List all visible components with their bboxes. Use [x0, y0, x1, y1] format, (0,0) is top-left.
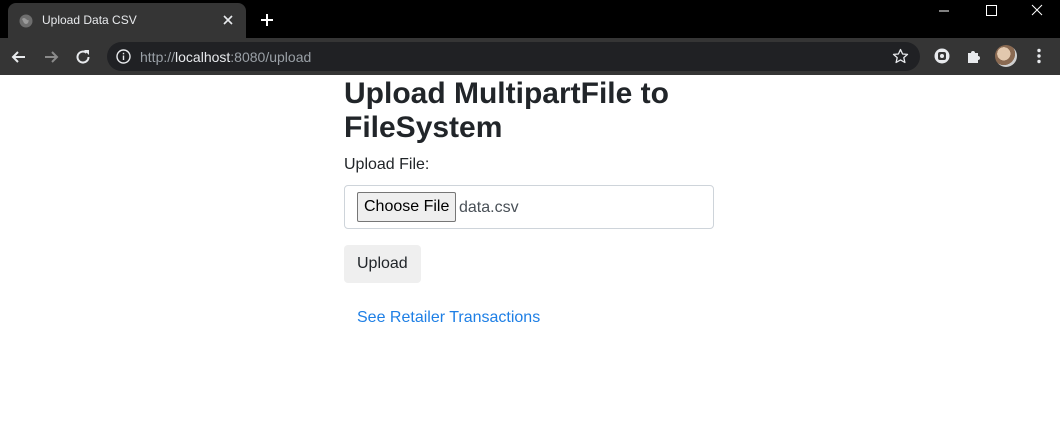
kebab-menu-icon[interactable] — [1030, 47, 1048, 65]
upload-file-label: Upload File: — [344, 156, 430, 173]
url-text: http://localhost:8080/upload — [140, 49, 311, 65]
maximize-icon[interactable] — [968, 0, 1014, 22]
file-input[interactable]: Choose File data.csv — [344, 185, 714, 229]
choose-file-button[interactable]: Choose File — [357, 192, 457, 222]
avatar[interactable] — [995, 45, 1017, 67]
window-close-icon[interactable] — [1014, 0, 1060, 22]
address-bar[interactable]: http://localhost:8080/upload — [107, 42, 920, 71]
close-icon[interactable] — [220, 12, 236, 28]
arrow-right-icon[interactable] — [41, 47, 61, 67]
plus-icon[interactable] — [258, 11, 276, 29]
info-icon[interactable] — [116, 49, 131, 64]
tab-title: Upload Data CSV — [42, 13, 137, 27]
minimize-icon[interactable] — [921, 0, 967, 22]
selected-file-name: data.csv — [459, 199, 519, 216]
url-host: localhost — [175, 49, 231, 65]
extension-icon[interactable] — [933, 47, 951, 65]
star-icon[interactable] — [892, 48, 909, 65]
url-scheme: http:// — [140, 49, 176, 65]
url-path: :8080/upload — [230, 49, 312, 65]
page-title: Upload MultipartFile to FileSystem — [344, 77, 669, 144]
browser-tab[interactable]: Upload Data CSV — [8, 3, 246, 38]
page-content: Upload MultipartFile to FileSystem Uploa… — [344, 75, 744, 328]
globe-icon — [19, 14, 33, 28]
puzzle-icon[interactable] — [965, 47, 983, 65]
reload-icon[interactable] — [73, 47, 93, 67]
upload-button[interactable]: Upload — [344, 245, 421, 283]
retailer-transactions-link[interactable]: See Retailer Transactions — [357, 308, 540, 328]
arrow-left-icon[interactable] — [9, 47, 29, 67]
tab-strip: Upload Data CSV — [0, 0, 1060, 38]
browser-toolbar: http://localhost:8080/upload — [0, 38, 1060, 75]
